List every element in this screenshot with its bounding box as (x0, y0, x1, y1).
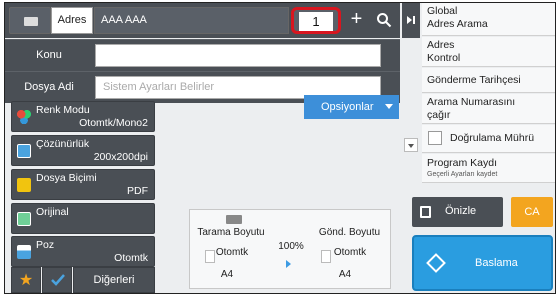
exposure-value: Otomtk (114, 252, 148, 264)
verify-stamp-checkbox[interactable] (428, 131, 442, 145)
options-label: Opsiyonlar (321, 101, 374, 113)
original-label: Orijinal (36, 206, 69, 218)
recall-number-item[interactable]: Arama Numarasını çağır (422, 94, 555, 124)
resolution-button[interactable]: Çözünürlük 200x200dpi (11, 135, 155, 166)
program-record-item[interactable]: Program Kaydı Geçerli Ayarları kaydet (422, 154, 555, 183)
address-book-icon (24, 17, 38, 26)
exposure-label: Poz (36, 239, 55, 251)
verify-stamp-item[interactable]: Doğrulama Mührü (422, 125, 555, 153)
original-button[interactable]: Orijinal (11, 203, 155, 234)
bar-icon (413, 16, 415, 24)
size-preview-panel: Tarama Boyutu Gönd. Boyutu Otomtk 100% O… (189, 209, 391, 289)
address-bar: Adres AAA AAA 1 + (5, 3, 400, 38)
address-book-button[interactable] (9, 7, 51, 34)
chevron-down-icon (385, 104, 393, 109)
resolution-label: Çözünürlük (36, 138, 90, 150)
scan-size-value: Otomtk (215, 247, 249, 258)
search-icon (377, 13, 392, 28)
destination-count-highlight[interactable]: 1 (291, 7, 341, 34)
filename-label: Dosya Adi (24, 81, 74, 93)
favorites-button[interactable]: ★ (11, 267, 41, 293)
send-history-item[interactable]: Gönderme Tarihçesi (422, 68, 555, 93)
checklist-button[interactable] (42, 267, 72, 293)
resolution-value: 200x200dpi (93, 151, 148, 163)
program-record-label: Program Kaydı (427, 157, 498, 169)
others-button[interactable]: Diğerleri (73, 267, 155, 293)
exposure-icon (17, 245, 31, 259)
resolution-icon (17, 144, 31, 158)
start-button[interactable]: Baslama (412, 235, 553, 291)
address-check-item[interactable]: Adres Kontrol (422, 37, 555, 67)
ratio-value: 100% (278, 241, 304, 252)
add-destination-button[interactable]: + (343, 7, 370, 34)
color-mode-label: Renk Modu (36, 104, 90, 116)
start-label: Baslama (475, 257, 518, 269)
color-mode-value: Otomtk/Mono2 (79, 117, 148, 129)
clear-all-button[interactable]: CA (511, 197, 553, 227)
file-format-label: Dosya Biçimi (36, 172, 97, 184)
preview-icon (420, 206, 431, 218)
preview-label: Önizle (445, 205, 477, 217)
send-paper-size: A4 (338, 269, 352, 280)
scroll-down-button[interactable] (404, 138, 418, 152)
send-size-label: Gönd. Boyutu (318, 227, 381, 238)
subject-row: Konu (5, 39, 400, 71)
scan-paper-size: A4 (220, 269, 234, 280)
start-icon (426, 253, 446, 273)
program-record-sublabel: Geçerli Ayarları kaydet (427, 171, 498, 178)
checkmark-icon (51, 274, 65, 286)
scan-size-label: Tarama Boyutu (197, 227, 265, 238)
address-value[interactable]: AAA AAA (94, 7, 289, 34)
scan-send-screen: Adres AAA AAA 1 + Konu Dosya Adi Sistem … (4, 2, 556, 294)
original-icon (17, 212, 31, 226)
exposure-button[interactable]: Poz Otomtk (11, 236, 155, 267)
star-icon: ★ (18, 272, 34, 289)
destination-count: 1 (299, 12, 333, 31)
preview-button[interactable]: Önizle (412, 197, 503, 227)
send-size-value: Otomtk (333, 247, 367, 258)
subject-label: Konu (36, 49, 62, 61)
color-mode-icon (17, 110, 31, 124)
global-address-search-item[interactable]: Global Adres Arama (422, 3, 555, 36)
file-format-value: PDF (127, 185, 148, 197)
search-button[interactable] (370, 7, 398, 34)
play-icon (407, 16, 412, 24)
file-format-icon (17, 178, 31, 192)
color-mode-button[interactable]: Renk Modu Otomtk/Mono2 (11, 101, 155, 132)
subject-input[interactable] (95, 44, 381, 67)
address-tab[interactable]: Adres (51, 7, 93, 34)
verify-stamp-label: Doğrulama Mührü (450, 132, 535, 144)
arrow-right-icon (286, 260, 291, 268)
chevron-down-icon (408, 144, 414, 148)
options-dropdown[interactable]: Opsiyonlar (304, 95, 399, 119)
file-format-button[interactable]: Dosya Biçimi PDF (11, 169, 155, 200)
panel-toggle-button[interactable] (402, 3, 420, 38)
scanner-icon (226, 215, 242, 224)
